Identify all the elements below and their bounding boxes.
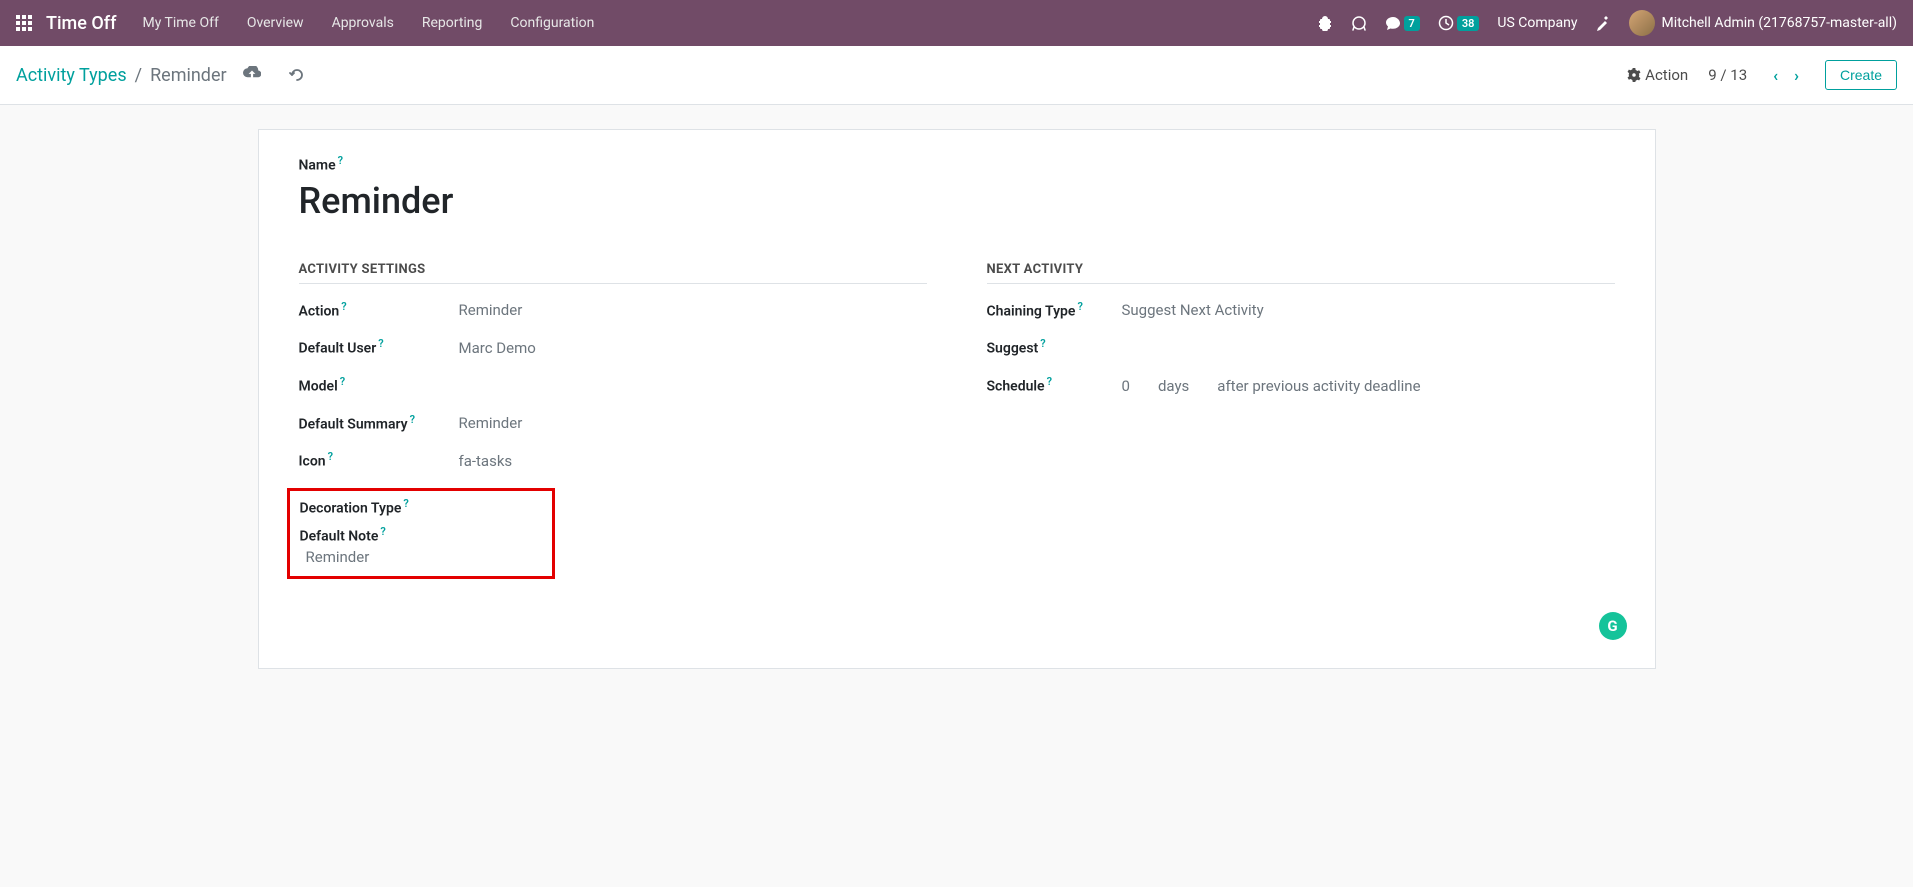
help-icon[interactable]: ?	[403, 497, 408, 510]
messages-icon[interactable]: 7	[1385, 15, 1420, 31]
action-dropdown[interactable]: Action	[1627, 66, 1688, 84]
nav-right: 7 38 US Company Mitchell Admin (21768757…	[1317, 10, 1897, 36]
control-panel: Activity Types / Reminder Action 9 / 13 …	[0, 46, 1913, 105]
schedule-value[interactable]: 0 days after previous activity deadline	[1122, 377, 1421, 395]
main-navbar: Time Off My Time Off Overview Approvals …	[0, 0, 1913, 46]
app-brand[interactable]: Time Off	[46, 13, 116, 34]
section-next-activity: NEXT ACTIVITY	[987, 262, 1615, 284]
help-icon[interactable]: ?	[378, 337, 383, 350]
pager-next[interactable]: ›	[1788, 64, 1805, 87]
field-default-user-value[interactable]: Marc Demo	[459, 339, 536, 357]
breadcrumb-parent[interactable]: Activity Types	[16, 65, 127, 86]
apps-menu-icon[interactable]	[16, 15, 32, 31]
nav-approvals[interactable]: Approvals	[332, 15, 394, 31]
field-chaining-type: Chaining Type? Suggest Next Activity	[987, 300, 1615, 320]
form-sheet: Name? Reminder ACTIVITY SETTINGS Action?…	[258, 129, 1656, 669]
field-chaining-type-value[interactable]: Suggest Next Activity	[1122, 301, 1264, 319]
control-panel-right: Action 9 / 13 ‹ › Create	[1627, 60, 1897, 90]
help-icon[interactable]: ?	[380, 525, 385, 538]
field-decoration-type: Decoration Type?	[300, 497, 542, 517]
field-icon-value[interactable]: fa-tasks	[459, 452, 513, 470]
field-schedule: Schedule? 0 days after previous activity…	[987, 375, 1615, 395]
action-label: Action	[1645, 66, 1688, 84]
user-name: Mitchell Admin (21768757-master-all)	[1661, 15, 1897, 31]
discard-icon[interactable]	[289, 67, 305, 83]
nav-configuration[interactable]: Configuration	[510, 15, 594, 31]
support-icon[interactable]	[1351, 15, 1367, 31]
help-icon[interactable]: ?	[1077, 300, 1082, 313]
field-default-summary-value[interactable]: Reminder	[459, 414, 523, 432]
field-default-note-value[interactable]: Reminder	[306, 548, 542, 566]
pager-nav: ‹ ›	[1767, 64, 1805, 87]
breadcrumb-separator: /	[135, 65, 142, 86]
form-sheet-bg: Name? Reminder ACTIVITY SETTINGS Action?…	[0, 105, 1913, 693]
help-icon[interactable]: ?	[1047, 375, 1052, 388]
name-value[interactable]: Reminder	[299, 180, 1615, 222]
cloud-upload-icon[interactable]	[243, 66, 261, 84]
form-col-right: NEXT ACTIVITY Chaining Type? Suggest Nex…	[987, 262, 1615, 580]
field-action: Action? Reminder	[299, 300, 927, 320]
help-icon[interactable]: ?	[410, 413, 415, 426]
pager-prev[interactable]: ‹	[1767, 64, 1784, 87]
section-activity-settings: ACTIVITY SETTINGS	[299, 262, 927, 284]
nav-overview[interactable]: Overview	[247, 15, 304, 31]
breadcrumb: Activity Types / Reminder	[16, 65, 305, 86]
create-button[interactable]: Create	[1825, 60, 1897, 90]
help-icon[interactable]: ?	[338, 154, 343, 167]
user-menu[interactable]: Mitchell Admin (21768757-master-all)	[1629, 10, 1897, 36]
field-model: Model?	[299, 375, 927, 395]
form-columns: ACTIVITY SETTINGS Action? Reminder Defau…	[299, 262, 1615, 580]
pager-display[interactable]: 9 / 13	[1708, 66, 1747, 84]
help-icon[interactable]: ?	[341, 300, 346, 313]
highlight-annotation: Decoration Type? Default Note? Reminder	[287, 488, 555, 579]
name-label: Name?	[299, 154, 1615, 174]
messages-badge: 7	[1404, 16, 1420, 31]
activities-badge: 38	[1457, 16, 1480, 31]
field-default-summary: Default Summary? Reminder	[299, 413, 927, 433]
field-suggest: Suggest?	[987, 337, 1615, 357]
field-action-value[interactable]: Reminder	[459, 301, 523, 319]
nav-menu: My Time Off Overview Approvals Reporting…	[142, 15, 594, 31]
nav-reporting[interactable]: Reporting	[422, 15, 483, 31]
grammarly-icon[interactable]: G	[1599, 612, 1627, 640]
help-icon[interactable]: ?	[340, 375, 345, 388]
company-switcher[interactable]: US Company	[1497, 15, 1577, 31]
field-default-user: Default User? Marc Demo	[299, 337, 927, 357]
field-icon: Icon? fa-tasks	[299, 450, 927, 470]
help-icon[interactable]: ?	[1040, 337, 1045, 350]
field-default-note: Default Note?	[300, 525, 542, 545]
user-avatar	[1629, 10, 1655, 36]
help-icon[interactable]: ?	[328, 450, 333, 463]
activities-icon[interactable]: 38	[1438, 15, 1480, 31]
tools-icon[interactable]	[1595, 15, 1611, 31]
breadcrumb-current: Reminder	[150, 65, 227, 86]
debug-icon[interactable]	[1317, 15, 1333, 31]
nav-my-time-off[interactable]: My Time Off	[142, 15, 218, 31]
form-col-left: ACTIVITY SETTINGS Action? Reminder Defau…	[299, 262, 927, 580]
